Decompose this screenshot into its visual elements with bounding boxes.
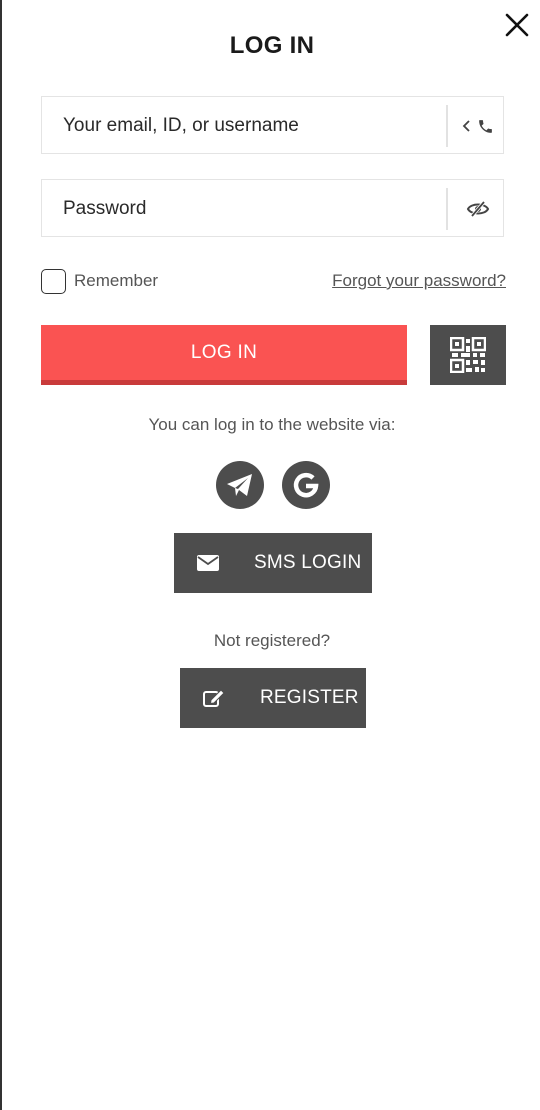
register-button[interactable]: REGISTER <box>180 668 366 728</box>
field-divider <box>446 105 448 147</box>
phone-icon <box>478 119 492 133</box>
field-divider <box>446 188 448 230</box>
telegram-icon <box>227 474 252 496</box>
sms-login-label: SMS LOGIN <box>254 552 362 573</box>
chevron-left-icon <box>462 120 470 132</box>
google-icon <box>293 472 319 498</box>
qr-code-icon <box>450 337 486 373</box>
remember-row: Remember Forgot your password? <box>41 268 506 296</box>
envelope-icon <box>197 533 219 593</box>
password-field-value: Password <box>63 198 147 219</box>
password-field[interactable]: Password <box>41 179 504 237</box>
register-label: REGISTER <box>260 687 359 708</box>
not-registered-text: Not registered? <box>213 631 331 650</box>
login-modal: LOG IN Your email, ID, or username Passw… <box>0 0 540 1110</box>
google-login-button[interactable] <box>282 461 330 509</box>
password-visibility-toggle[interactable] <box>450 180 505 238</box>
remember-checkbox[interactable] <box>41 269 66 294</box>
eye-slash-icon <box>466 200 489 218</box>
login-field[interactable]: Your email, ID, or username <box>41 96 504 154</box>
social-login-caption: You can log in to the website via: <box>148 415 396 434</box>
forgot-password-link[interactable]: Forgot your password? <box>332 271 506 291</box>
login-button[interactable]: LOG IN <box>41 325 407 385</box>
modal-title: LOG IN <box>229 32 315 59</box>
telegram-login-button[interactable] <box>216 461 264 509</box>
edit-icon <box>203 668 225 728</box>
remember-label: Remember <box>74 271 159 290</box>
login-field-value: Your email, ID, or username <box>63 115 299 136</box>
qr-login-button[interactable] <box>430 325 506 385</box>
sms-login-button[interactable]: SMS LOGIN <box>174 533 372 593</box>
phone-login-toggle[interactable] <box>450 97 505 155</box>
